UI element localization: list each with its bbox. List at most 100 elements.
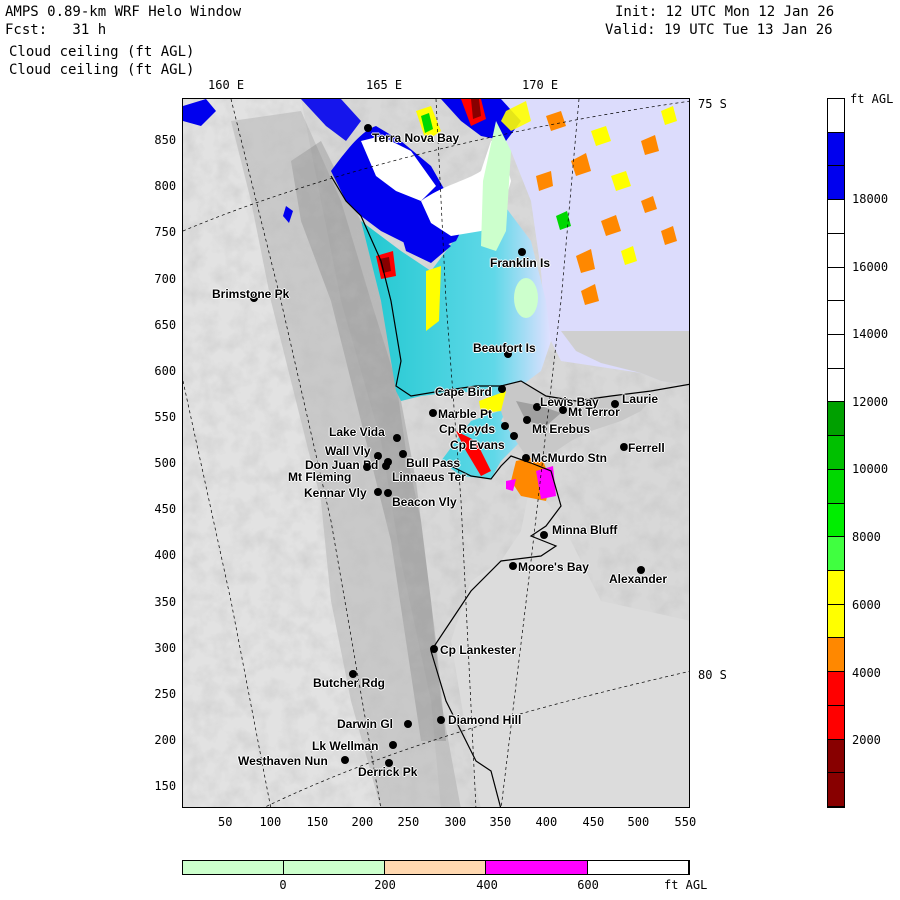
map-plot-area <box>182 98 690 808</box>
x-tick-label: 550 <box>674 815 697 829</box>
x-tick-label: 350 <box>489 815 512 829</box>
station-label: Minna Bluff <box>552 523 618 537</box>
station-marker <box>404 720 412 728</box>
station-label: Terra Nova Bay <box>372 131 460 145</box>
y-tick-label: 250 <box>154 687 177 701</box>
station-marker <box>384 489 392 497</box>
lon-label-170: 170 E <box>522 78 559 92</box>
y-tick-label: 850 <box>154 133 177 147</box>
low-ceiling-label: 400 <box>476 878 498 892</box>
colorbar-segment <box>828 99 844 133</box>
station-label: Beacon Vly <box>392 495 457 509</box>
low-ceiling-label: 0 <box>279 878 287 892</box>
station-marker <box>437 716 445 724</box>
y-tick-label: 700 <box>154 272 177 286</box>
low-ceiling-label: 600 <box>577 878 599 892</box>
station-label: Alexander <box>609 572 668 586</box>
station-marker <box>523 416 531 424</box>
station-marker <box>510 432 518 440</box>
colorbar-unit: ft AGL <box>850 92 894 106</box>
y-tick-label: 600 <box>154 364 177 378</box>
station-marker <box>518 248 526 256</box>
y-tick-label: 400 <box>154 548 177 562</box>
colorbar-segment <box>828 571 844 605</box>
colorbar-label: 18000 <box>852 192 889 206</box>
station-label: Butcher Rdg <box>313 676 385 690</box>
lat-label-75s: 75 S <box>698 97 727 111</box>
station-label: Cp Royds <box>439 422 496 436</box>
lon-label-165: 165 E <box>366 78 403 92</box>
colorbar-segment <box>828 301 844 335</box>
colorbar-segment <box>828 705 844 740</box>
station-marker <box>501 422 509 430</box>
colorbar-segment <box>828 233 844 268</box>
colorbar-segment <box>828 335 844 369</box>
colorbar-segment <box>828 166 844 201</box>
station-label: Kennar Vly <box>304 486 367 500</box>
station-label: Mt Erebus <box>532 422 591 436</box>
station-marker <box>509 562 517 570</box>
colorbar-label: 14000 <box>852 327 889 341</box>
colorbar-segment <box>828 739 844 774</box>
y-tick-label: 500 <box>154 456 177 470</box>
x-tick-label: 200 <box>351 815 374 829</box>
y-tick-label: 200 <box>154 733 177 747</box>
low-ceiling-segment <box>486 861 588 874</box>
station-marker <box>341 756 349 764</box>
colorbar-label: 16000 <box>852 260 889 274</box>
colorbar-label: 4000 <box>852 666 881 680</box>
station-label: Cape Bird <box>435 385 492 399</box>
low-ceiling-segment <box>588 861 689 874</box>
forecast-hour: Fcst: 31 h <box>5 22 107 38</box>
station-label: Bull Pass <box>406 456 461 470</box>
x-tick-label: 300 <box>444 815 467 829</box>
station-label: Wall Vly <box>325 444 371 458</box>
low-ceiling-segment <box>284 861 385 874</box>
colorbar-label: 6000 <box>852 598 881 612</box>
x-tick-label: 50 <box>218 815 233 829</box>
station-label: Derrick Pk <box>358 765 418 779</box>
y-tick-label: 750 <box>154 225 177 239</box>
station-label: Diamond Hill <box>448 713 522 727</box>
station-label: Cp Evans <box>450 438 505 452</box>
station-label: McMurdo Stn <box>531 451 607 465</box>
station-label: Beaufort Is <box>473 341 536 355</box>
colorbar-segment <box>828 402 844 437</box>
colorbar-segment <box>828 132 844 167</box>
station-marker <box>620 443 628 451</box>
low-ceiling-label: 200 <box>374 878 396 892</box>
station-marker <box>522 454 530 462</box>
station-label: Mt Terror <box>568 405 620 419</box>
low-ceiling-colorbar <box>182 860 690 875</box>
y-tick-label: 300 <box>154 641 177 655</box>
map-svg <box>183 99 689 807</box>
x-tick-label: 400 <box>535 815 558 829</box>
colorbar-segment <box>828 604 844 639</box>
station-marker <box>363 463 371 471</box>
field-label-2: Cloud ceiling (ft AGL) <box>9 62 195 78</box>
station-marker <box>559 406 567 414</box>
station-label: Darwin Gl <box>337 717 394 731</box>
lon-label-160: 160 E <box>208 78 245 92</box>
station-marker <box>389 741 397 749</box>
station-label: Brimstone Pk <box>212 287 290 301</box>
station-label: Cp Lankester <box>440 643 517 657</box>
station-marker <box>374 488 382 496</box>
colorbar-segment <box>828 436 844 470</box>
station-marker <box>429 409 437 417</box>
station-marker <box>498 385 506 393</box>
colorbar-segment <box>828 200 844 234</box>
station-label: Lk Wellman <box>312 739 379 753</box>
valid-time: Valid: 19 UTC Tue 13 Jan 26 <box>605 22 833 38</box>
station-marker <box>540 531 548 539</box>
station-marker <box>382 462 390 470</box>
station-marker <box>430 645 438 653</box>
x-tick-label: 150 <box>306 815 329 829</box>
field-label-1: Cloud ceiling (ft AGL) <box>9 44 195 60</box>
colorbar-segment <box>828 537 844 571</box>
colorbar-segment <box>828 368 844 403</box>
colorbar-segment <box>828 503 844 538</box>
colorbar <box>827 98 845 808</box>
y-tick-label: 350 <box>154 595 177 609</box>
x-tick-label: 450 <box>582 815 605 829</box>
